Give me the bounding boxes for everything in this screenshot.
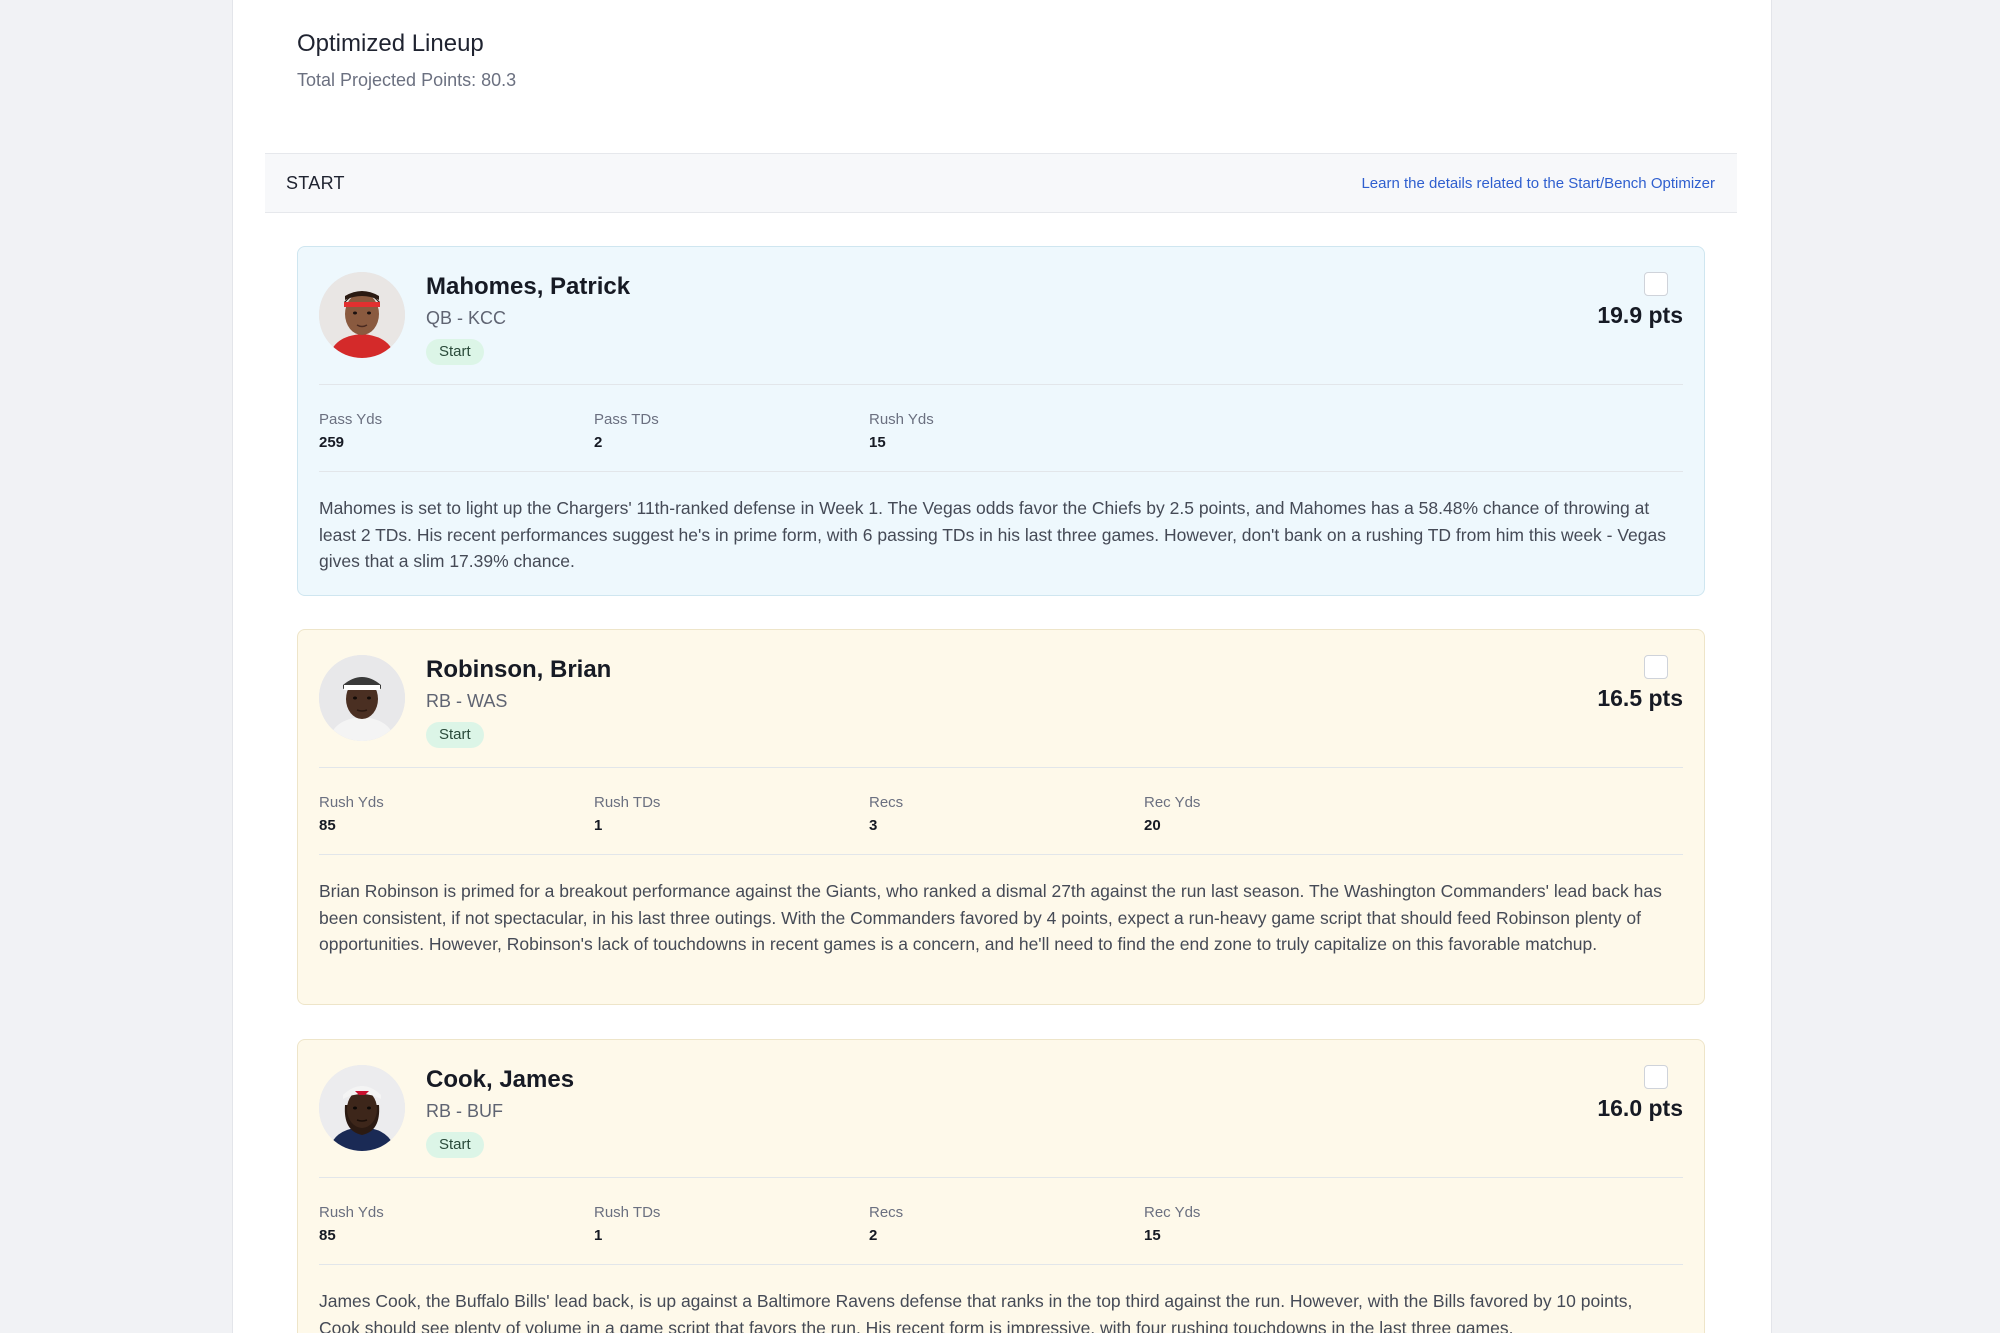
- player-card-robinson: Robinson, Brian RB - WAS Start 16.5 pts …: [297, 629, 1705, 1005]
- status-badge: Start: [426, 339, 484, 365]
- divider: [319, 854, 1683, 855]
- player-name: Mahomes, Patrick: [426, 273, 631, 300]
- select-checkbox[interactable]: [1644, 655, 1668, 679]
- stat-value: 15: [869, 434, 886, 451]
- stat-label: Rush Yds: [319, 1204, 384, 1221]
- stat-pass-yds: Pass Yds 259: [319, 411, 579, 451]
- projected-points: 19.9 pts: [1597, 302, 1683, 328]
- select-checkbox[interactable]: [1644, 1065, 1668, 1089]
- divider: [319, 384, 1683, 385]
- stats-row: Rush Yds 85 Rush TDs 1 Recs 2 Rec Yds 15: [319, 1204, 1679, 1248]
- player-card-cook: Cook, James RB - BUF Start 16.0 pts Rush…: [297, 1039, 1705, 1333]
- stat-pass-tds: Pass TDs 2: [594, 411, 854, 451]
- stat-rush-tds: Rush TDs 1: [594, 794, 854, 834]
- player-analysis: James Cook, the Buffalo Bills' lead back…: [319, 1291, 1633, 1333]
- optimizer-details-link[interactable]: Learn the details related to the Start/B…: [1361, 175, 1715, 192]
- stat-label: Rush Yds: [319, 794, 384, 811]
- stat-value: 85: [319, 817, 336, 834]
- stat-value: 1: [594, 817, 603, 834]
- stat-recs: Recs 3: [869, 794, 1129, 834]
- stat-rush-yds: Rush Yds 15: [869, 411, 1129, 451]
- avatar: [319, 272, 405, 358]
- status-badge: Start: [426, 722, 484, 748]
- stat-rush-yds: Rush Yds 85: [319, 794, 579, 834]
- status-badge: Start: [426, 1132, 484, 1158]
- stat-label: Recs: [869, 794, 904, 811]
- stat-recs: Recs 2: [869, 1204, 1129, 1244]
- avatar: [319, 655, 405, 741]
- divider: [319, 1264, 1683, 1265]
- stat-rec-yds: Rec Yds 20: [1144, 794, 1404, 834]
- stat-value: 2: [869, 1227, 878, 1244]
- stat-label: Pass TDs: [594, 411, 659, 428]
- stats-row: Rush Yds 85 Rush TDs 1 Recs 3 Rec Yds 20: [319, 794, 1679, 838]
- player-position: RB - WAS: [426, 691, 508, 711]
- stat-value: 259: [319, 434, 345, 451]
- player-photo-icon: [319, 655, 405, 741]
- page-title: Optimized Lineup: [297, 30, 484, 57]
- divider: [319, 471, 1683, 472]
- projected-points: 16.0 pts: [1597, 1095, 1683, 1121]
- player-photo-icon: [319, 272, 405, 358]
- stat-value: 3: [869, 817, 878, 834]
- select-checkbox[interactable]: [1644, 272, 1668, 296]
- lineup-panel: Optimized Lineup Total Projected Points:…: [232, 0, 1772, 1333]
- stat-label: Rush Yds: [869, 411, 934, 428]
- divider: [319, 767, 1683, 768]
- stat-label: Rush TDs: [594, 1204, 661, 1221]
- player-card-mahomes: Mahomes, Patrick QB - KCC Start 19.9 pts…: [297, 246, 1705, 596]
- stats-row: Pass Yds 259 Pass TDs 2 Rush Yds 15: [319, 411, 1679, 455]
- player-photo-icon: [319, 1065, 405, 1151]
- stat-label: Rec Yds: [1144, 794, 1201, 811]
- stat-rush-yds: Rush Yds 85: [319, 1204, 579, 1244]
- stat-rec-yds: Rec Yds 15: [1144, 1204, 1404, 1244]
- total-projected-points: Total Projected Points: 80.3: [297, 70, 517, 90]
- lineup-header: Optimized Lineup Total Projected Points:…: [297, 30, 516, 91]
- player-analysis: Brian Robinson is primed for a breakout …: [319, 881, 1662, 954]
- stat-label: Pass Yds: [319, 411, 383, 428]
- projected-points: 16.5 pts: [1597, 685, 1683, 711]
- stat-label: Rec Yds: [1144, 1204, 1201, 1221]
- player-name: Robinson, Brian: [426, 656, 612, 683]
- stat-value: 20: [1144, 817, 1161, 834]
- stat-value: 1: [594, 1227, 603, 1244]
- player-analysis: Mahomes is set to light up the Chargers'…: [319, 498, 1667, 571]
- stat-value: 2: [594, 434, 603, 451]
- player-position: QB - KCC: [426, 308, 507, 328]
- stat-value: 15: [1144, 1227, 1161, 1244]
- start-section-bar: START Learn the details related to the S…: [265, 153, 1737, 213]
- stat-rush-tds: Rush TDs 1: [594, 1204, 854, 1244]
- player-name: Cook, James: [426, 1066, 575, 1093]
- player-position: RB - BUF: [426, 1101, 504, 1121]
- stat-label: Recs: [869, 1204, 904, 1221]
- stat-label: Rush TDs: [594, 794, 661, 811]
- stat-value: 85: [319, 1227, 336, 1244]
- divider: [319, 1177, 1683, 1178]
- avatar: [319, 1065, 405, 1151]
- section-label: START: [286, 173, 345, 193]
